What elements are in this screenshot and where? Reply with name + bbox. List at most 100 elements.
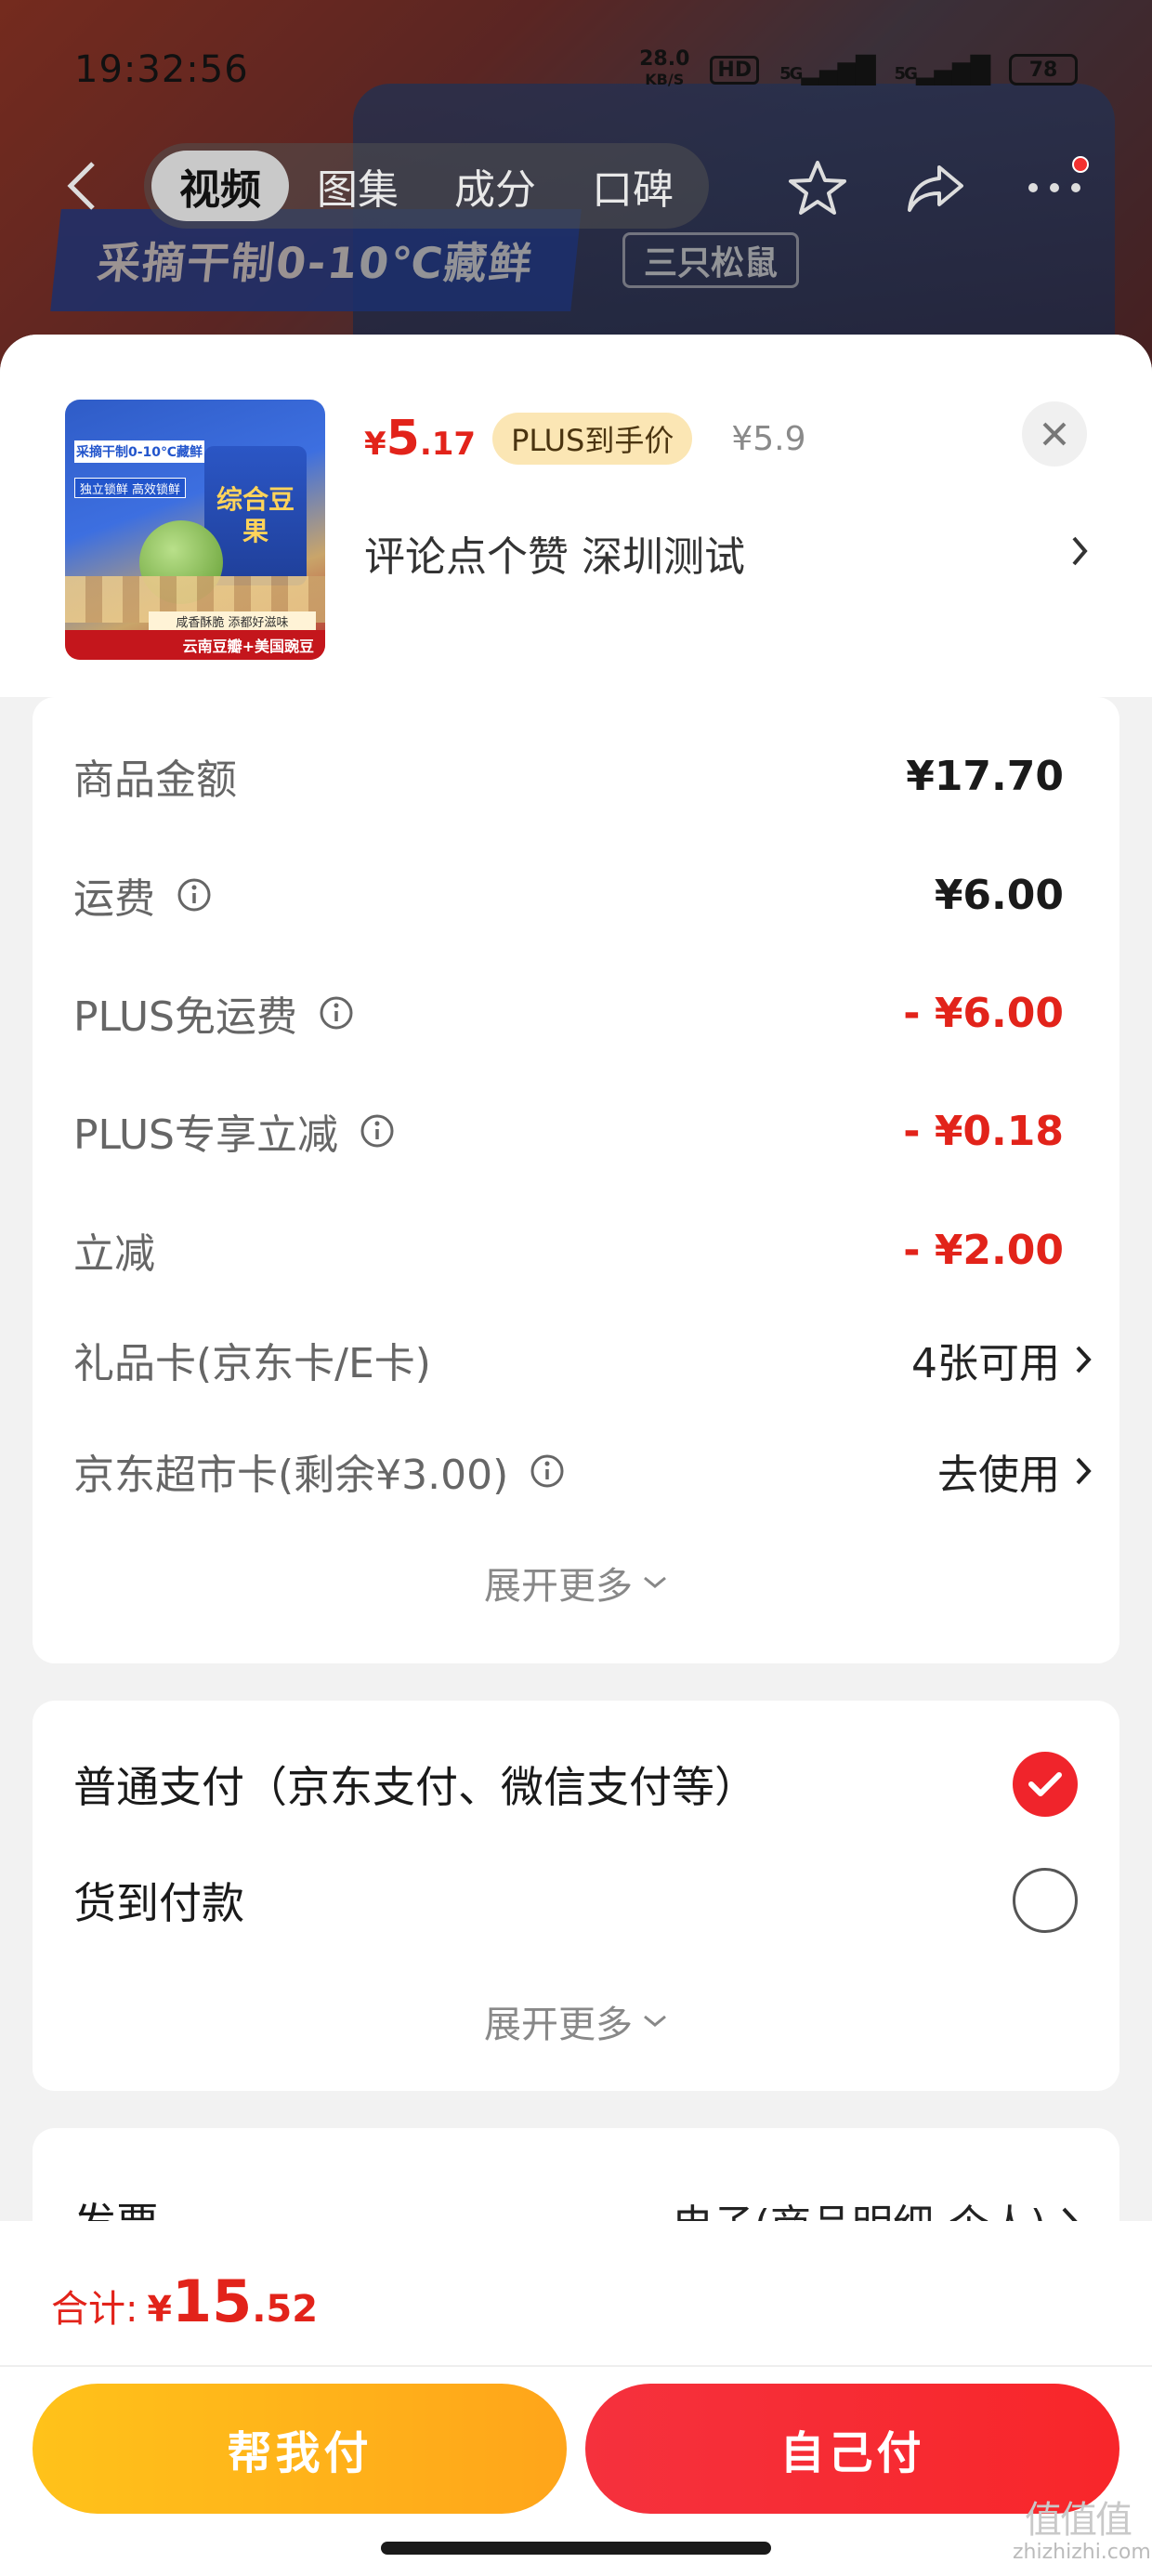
pay-myself-button[interactable]: 自己付: [585, 2384, 1119, 2514]
total-symbol: ¥: [147, 2289, 172, 2330]
close-button[interactable]: [1022, 401, 1087, 467]
fees-expand-more[interactable]: 展开更多: [33, 1550, 1119, 1615]
fee-row-supermarket-card[interactable]: 京东超市卡(剩余¥3.00) 去使用: [33, 1429, 1119, 1513]
total-integer: 15: [171, 2267, 253, 2335]
plus-price-badge: PLUS到手价: [492, 413, 693, 465]
expand-more-label: 展开更多: [484, 2004, 633, 2046]
chevron-down-icon: [644, 1576, 666, 1588]
fee-label-wrap: 京东超市卡(剩余¥3.00): [73, 1441, 566, 1501]
fee-row-goods-amount: 商品金额 ¥17.70: [33, 734, 1119, 818]
close-icon: [1042, 422, 1067, 446]
price-symbol: ¥: [364, 426, 386, 463]
thumb-tag: 独立锁鲜 高效锁鲜: [74, 478, 186, 498]
fee-label-wrap: PLUS免运费: [73, 983, 355, 1043]
fee-label: 礼品卡(京东卡/E卡): [73, 1340, 431, 1387]
fee-value: ¥6.00: [934, 871, 1064, 919]
signal-icon-1: 5G▂▄▆█: [779, 54, 875, 85]
tab-gallery[interactable]: 图集: [289, 151, 426, 221]
back-arrow-icon[interactable]: [56, 160, 108, 212]
chevron-right-icon: [1076, 1346, 1092, 1373]
status-icons: 28.0 KB/S HD 5G▂▄▆█ 5G▂▄▆█ 78: [639, 49, 1078, 90]
payment-method-card: 普通支付（京东支付、微信支付等） 货到付款 展开更多: [33, 1701, 1119, 2091]
payment-expand-more[interactable]: 展开更多: [33, 1989, 1119, 2054]
price-decimal: .17: [419, 426, 477, 463]
signal-icon-2: 5G▂▄▆█: [894, 54, 990, 85]
share-icon[interactable]: [903, 160, 968, 216]
total-label: 合计:: [51, 2288, 138, 2331]
payment-option-label: 普通支付（京东支付、微信支付等）: [73, 1762, 757, 1812]
payment-option-label: 货到付款: [73, 1878, 244, 1928]
status-time: 19:32:56: [74, 48, 249, 91]
radio-unchecked[interactable]: [1013, 1868, 1078, 1933]
fee-label: 立减: [73, 1230, 155, 1278]
fee-row-shipping: 运费 ¥6.00: [33, 853, 1119, 937]
fee-details-card: 商品金额 ¥17.70 运费 ¥6.00 PLUS免运费 - ¥6.00 PLU…: [33, 697, 1119, 1663]
thumb-footer: 云南豆瓣+美国豌豆: [65, 630, 325, 660]
info-icon[interactable]: [529, 1452, 566, 1490]
watermark-logo: 值值值: [1025, 2499, 1132, 2542]
more-options-icon[interactable]: [1022, 156, 1089, 216]
info-icon[interactable]: [359, 1112, 396, 1150]
home-indicator[interactable]: [381, 2542, 771, 2555]
chevron-right-icon: [1076, 1457, 1092, 1485]
notification-dot: [1072, 156, 1089, 173]
payment-option-cod[interactable]: 货到付款: [33, 1849, 1119, 1952]
info-icon[interactable]: [176, 876, 213, 913]
fee-value: 4张可用: [911, 1340, 1060, 1387]
divider: [0, 2365, 1152, 2367]
fee-value: - ¥6.00: [903, 989, 1064, 1037]
network-speed-unit: KB/S: [645, 71, 685, 88]
fee-value: - ¥0.18: [903, 1107, 1064, 1155]
fee-value: - ¥2.00: [903, 1226, 1064, 1274]
fee-value-wrap: 去使用: [937, 1441, 1092, 1501]
total-decimal: .52: [252, 2288, 319, 2331]
expand-more-label: 展开更多: [484, 1565, 633, 1608]
original-price: ¥5.9: [731, 419, 806, 458]
checkout-bottom-bar: 合计: ¥ 15 .52 帮我付 自己付 值值值 zhizhizhi.com: [0, 2221, 1152, 2576]
fee-row-plus-discount: PLUS专享立减 - ¥0.18: [33, 1089, 1119, 1173]
fee-label: 运费: [73, 875, 155, 923]
favorite-star-icon[interactable]: [785, 160, 850, 216]
tab-reviews[interactable]: 口碑: [564, 151, 701, 221]
help-me-pay-button[interactable]: 帮我付: [33, 2384, 567, 2514]
selected-spec: 评论点个赞 深圳测试: [364, 533, 745, 581]
media-tabs: 视频 图集 成分 口碑: [144, 143, 709, 229]
fee-row-instant-discount: 立减 - ¥2.00: [33, 1208, 1119, 1292]
signal-2-label: 5G: [894, 63, 918, 84]
order-total: 合计: ¥ 15 .52: [51, 2267, 318, 2335]
fee-row-gift-card[interactable]: 礼品卡(京东卡/E卡) 4张可用: [33, 1318, 1119, 1401]
battery-icon: 78: [1009, 54, 1078, 85]
price-row: ¥5.17 PLUS到手价 ¥5.9: [364, 411, 806, 467]
watermark: 值值值 zhizhizhi.com: [1013, 2499, 1151, 2574]
watermark-url: zhizhizhi.com: [1013, 2541, 1151, 2564]
payment-option-online[interactable]: 普通支付（京东支付、微信支付等）: [33, 1733, 1119, 1835]
radio-checked[interactable]: [1013, 1752, 1078, 1817]
fee-label: 商品金额: [73, 756, 237, 804]
chevron-right-icon: [1070, 535, 1089, 571]
info-icon[interactable]: [318, 994, 355, 1032]
spec-selector[interactable]: 评论点个赞 深圳测试: [364, 511, 1089, 595]
fee-value: ¥17.70: [906, 752, 1064, 800]
fee-label-wrap: PLUS专享立减: [73, 1101, 396, 1161]
hd-icon: HD: [710, 55, 760, 85]
network-speed: 28.0 KB/S: [639, 49, 689, 90]
price-integer: 5: [386, 411, 420, 467]
thumb-top-text: 采摘干制0-10℃藏鲜: [74, 440, 204, 463]
fee-value: 去使用: [937, 1452, 1060, 1499]
fee-label: 京东超市卡(剩余¥3.00): [73, 1452, 509, 1499]
plus-price: ¥5.17: [364, 411, 476, 467]
fee-label-wrap: 运费: [73, 865, 213, 925]
checkmark-icon: [1028, 1772, 1062, 1796]
tab-ingredients[interactable]: 成分: [426, 151, 564, 221]
network-speed-value: 28.0: [639, 47, 690, 71]
status-bar: 19:32:56 28.0 KB/S HD 5G▂▄▆█ 5G▂▄▆█ 78: [0, 37, 1152, 102]
chevron-down-icon: [644, 2015, 666, 2027]
fee-label: PLUS免运费: [73, 993, 297, 1041]
product-thumbnail[interactable]: 采摘干制0-10℃藏鲜 独立锁鲜 高效锁鲜 综合豆果 咸香酥脆 添都好滋味 云南…: [65, 400, 325, 660]
tab-video[interactable]: 视频: [151, 151, 289, 221]
top-nav: 视频 图集 成分 口碑: [0, 139, 1152, 232]
signal-1-label: 5G: [779, 63, 803, 84]
fee-value-wrap: 4张可用: [911, 1330, 1092, 1389]
product-header: 采摘干制0-10℃藏鲜 独立锁鲜 高效锁鲜 综合豆果 咸香酥脆 添都好滋味 云南…: [0, 335, 1152, 697]
fee-label: PLUS专享立减: [73, 1111, 338, 1159]
